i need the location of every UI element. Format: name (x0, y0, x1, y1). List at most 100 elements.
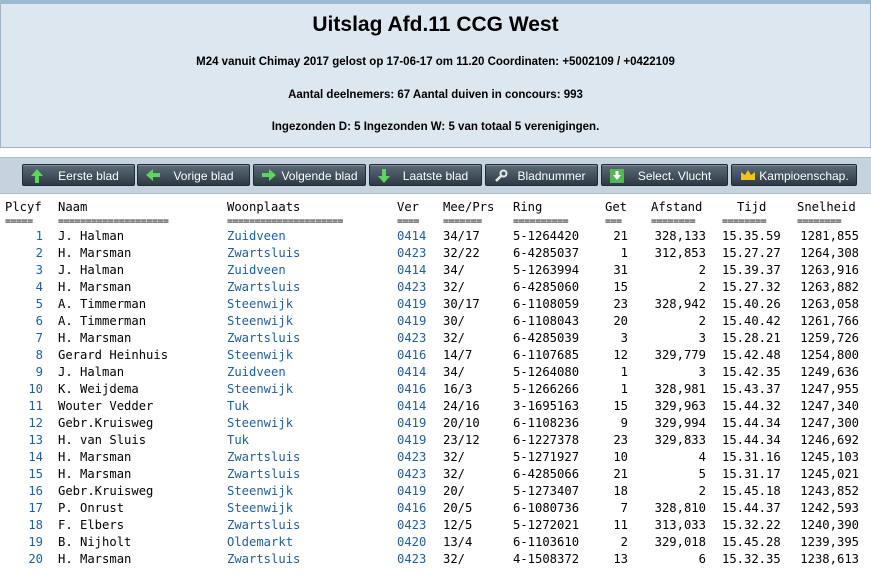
cell-ver[interactable]: 0416 (397, 500, 426, 517)
cell-ver[interactable]: 0414 (397, 398, 426, 415)
select-flight-button[interactable]: Select. Vlucht (601, 164, 728, 186)
cell-plcyf[interactable]: 15 (5, 466, 43, 483)
previous-page-button[interactable]: Vorige blad (137, 164, 250, 186)
cell-woonplaats[interactable]: Steenwijk (227, 347, 293, 364)
cell-ver[interactable]: 0416 (397, 347, 426, 364)
cell-woonplaats[interactable]: Steenwijk (227, 313, 293, 330)
cell-ver[interactable]: 0419 (397, 483, 426, 500)
cell-plcyf[interactable]: 6 (5, 313, 43, 330)
cell-get: 23 (613, 297, 628, 311)
cell-plcyf[interactable]: 5 (5, 296, 43, 313)
cell-tijd: 15.32.22 (722, 518, 781, 532)
cell-snelheid: 1246,692 (800, 433, 859, 447)
cell-woonplaats[interactable]: Zwartsluis (227, 279, 300, 296)
cell-woonplaats[interactable]: Steenwijk (227, 296, 293, 313)
cell-ver[interactable]: 0414 (397, 364, 426, 381)
cell-plcyf[interactable]: 16 (5, 483, 43, 500)
cell-snelheid: 1261,766 (800, 314, 859, 328)
cell-meeprs: 16/3 (443, 382, 473, 396)
cell-woonplaats[interactable]: Zuidveen (227, 228, 286, 245)
cell-plcyf[interactable]: 20 (5, 551, 43, 568)
cell-plcyf[interactable]: 12 (5, 415, 43, 432)
cell-ver[interactable]: 0419 (397, 415, 426, 432)
cell-ver[interactable]: 0423 (397, 449, 426, 466)
cell-get: 2 (620, 535, 628, 549)
cell-plcyf[interactable]: 17 (5, 500, 43, 517)
cell-plcyf[interactable]: 19 (5, 534, 43, 551)
cell-ver[interactable]: 0414 (397, 228, 426, 245)
cell-plcyf[interactable]: 13 (5, 432, 43, 449)
cell-woonplaats[interactable]: Steenwijk (227, 415, 293, 432)
cell-woonplaats[interactable]: Zwartsluis (227, 449, 300, 466)
cell-ring: 6-4285060 (513, 280, 580, 294)
cell-woonplaats[interactable]: Steenwijk (227, 483, 293, 500)
cell-ring: 6-1108236 (513, 416, 580, 430)
cell-plcyf[interactable]: 10 (5, 381, 43, 398)
cell-get: 1 (620, 246, 628, 260)
cell-ver[interactable]: 0419 (397, 296, 426, 313)
cell-plcyf[interactable]: 11 (5, 398, 43, 415)
cell-ver[interactable]: 0423 (397, 551, 426, 568)
cell-ver[interactable]: 0419 (397, 313, 426, 330)
cell-ver[interactable]: 0420 (397, 534, 426, 551)
cell-woonplaats[interactable]: Zwartsluis (227, 517, 300, 534)
next-page-button[interactable]: Volgende blad (253, 164, 366, 186)
cell-snelheid: 1242,593 (800, 501, 859, 515)
cell-woonplaats[interactable]: Zwartsluis (227, 245, 300, 262)
cell-woonplaats[interactable]: Zwartsluis (227, 330, 300, 347)
page-title: Uitslag Afd.11 CCG West (312, 13, 559, 36)
cell-snelheid: 1239,395 (800, 535, 859, 549)
col-tijd: Tijd (737, 200, 767, 214)
page-number-button[interactable]: Bladnummer (485, 164, 598, 186)
cell-ver[interactable]: 0423 (397, 330, 426, 347)
cell-afstand: 329,018 (654, 535, 706, 549)
cell-get: 10 (613, 450, 628, 464)
cell-plcyf[interactable]: 4 (5, 279, 43, 296)
cell-woonplaats[interactable]: Oldemarkt (227, 534, 293, 551)
cell-ver[interactable]: 0423 (397, 245, 426, 262)
cell-naam: A. Timmerman (58, 314, 147, 328)
last-page-button[interactable]: Laatste blad (369, 164, 482, 186)
cell-afstand: 4 (698, 450, 706, 464)
cell-woonplaats[interactable]: Zuidveen (227, 262, 286, 279)
cell-plcyf[interactable]: 18 (5, 517, 43, 534)
cell-tijd: 15.44.34 (722, 416, 781, 430)
cell-tijd: 15.40.26 (722, 297, 781, 311)
sep-woonplaats: ===================== (227, 216, 343, 227)
cell-plcyf[interactable]: 3 (5, 262, 43, 279)
cell-tijd: 15.31.17 (722, 467, 781, 481)
cell-ring: 5-1264080 (513, 365, 580, 379)
cell-meeprs: 20/10 (443, 416, 480, 430)
cell-plcyf[interactable]: 14 (5, 449, 43, 466)
cell-plcyf[interactable]: 2 (5, 245, 43, 262)
cell-plcyf[interactable]: 7 (5, 330, 43, 347)
cell-plcyf[interactable]: 1 (5, 228, 43, 245)
cell-plcyf[interactable]: 9 (5, 364, 43, 381)
cell-afstand: 329,779 (654, 348, 706, 362)
cell-woonplaats[interactable]: Zwartsluis (227, 551, 300, 568)
cell-get: 1 (620, 365, 628, 379)
cell-woonplaats[interactable]: Zwartsluis (227, 466, 300, 483)
cell-ver[interactable]: 0423 (397, 466, 426, 483)
cell-meeprs: 34/ (443, 365, 466, 379)
cell-ver[interactable]: 0419 (397, 432, 426, 449)
cell-naam: Gebr.Kruisweg (58, 416, 154, 430)
first-page-button[interactable]: Eerste blad (22, 164, 135, 186)
cell-ver[interactable]: 0423 (397, 279, 426, 296)
cell-snelheid: 1259,726 (800, 331, 859, 345)
previous-page-label: Vorige blad (173, 169, 234, 183)
cell-woonplaats[interactable]: Tuk (227, 398, 249, 415)
cell-plcyf[interactable]: 8 (5, 347, 43, 364)
cell-snelheid: 1240,390 (800, 518, 859, 532)
cell-woonplaats[interactable]: Steenwijk (227, 500, 293, 517)
cell-ver[interactable]: 0414 (397, 262, 426, 279)
cell-naam: Wouter Vedder (58, 399, 154, 413)
cell-woonplaats[interactable]: Steenwijk (227, 381, 293, 398)
cell-woonplaats[interactable]: Zuidveen (227, 364, 286, 381)
cell-ver[interactable]: 0423 (397, 517, 426, 534)
cell-woonplaats[interactable]: Tuk (227, 432, 249, 449)
cell-ver[interactable]: 0416 (397, 381, 426, 398)
championship-button[interactable]: Kampioenschap. (731, 164, 857, 186)
sep-tijd: ======== (722, 216, 767, 227)
cell-tijd: 15.44.32 (722, 399, 781, 413)
